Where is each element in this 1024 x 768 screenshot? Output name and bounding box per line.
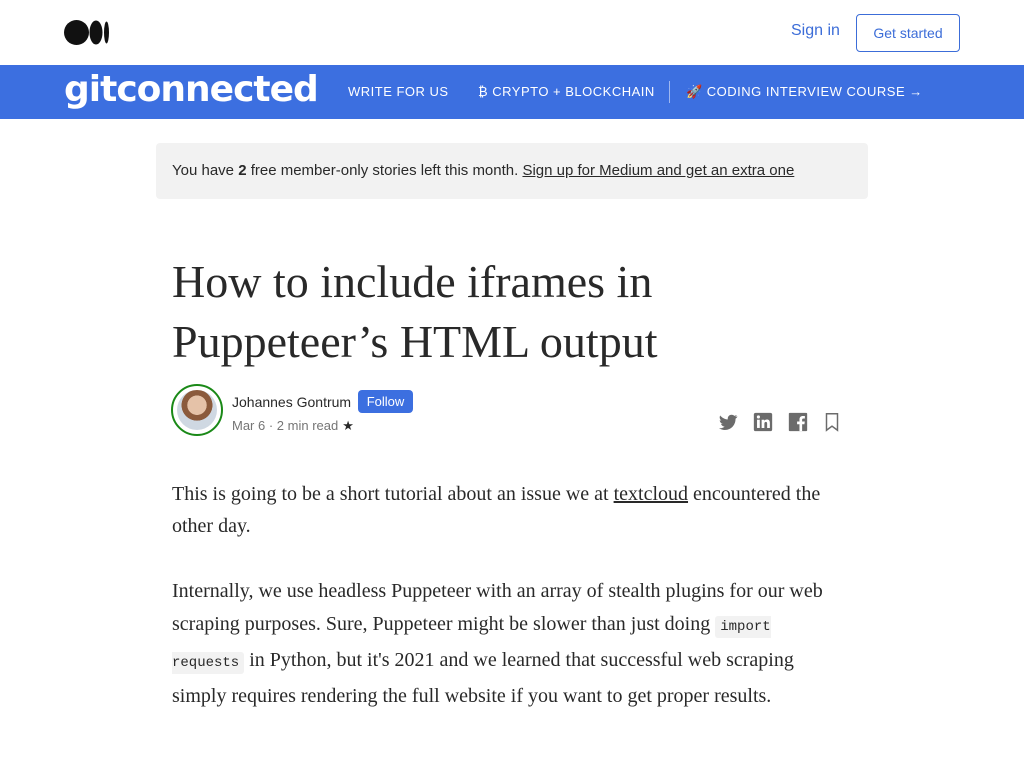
publication-nav: gitconnected WRITE FOR US ₿ CRYPTO + BLO… xyxy=(0,65,1024,119)
p2-text-after: in Python, but it's 2021 and we learned … xyxy=(172,649,794,707)
nav-crypto-blockchain[interactable]: ₿ CRYPTO + BLOCKCHAIN xyxy=(478,84,655,99)
follow-button[interactable]: Follow xyxy=(358,390,413,413)
stories-left-count: 2 xyxy=(238,162,247,179)
member-only-star-icon: ★ xyxy=(342,418,354,433)
bookmark-icon[interactable] xyxy=(821,411,843,433)
banner-middle: free member-only stories left this month… xyxy=(246,162,523,179)
meta-separator: · xyxy=(265,418,277,433)
paragraph-2: Internally, we use headless Puppeteer wi… xyxy=(172,575,832,713)
publish-date: Mar 6 xyxy=(232,418,266,433)
member-stories-banner: You have 2 free member-only stories left… xyxy=(156,143,868,199)
banner-text: You have 2 free member-only stories left… xyxy=(172,162,794,179)
nav-divider xyxy=(669,81,670,103)
read-time: 2 min read xyxy=(276,418,339,433)
sign-in-link[interactable]: Sign in xyxy=(791,22,840,40)
top-bar: Sign in Get started xyxy=(0,0,1024,65)
textcloud-link[interactable]: textcloud xyxy=(614,483,688,505)
get-started-button[interactable]: Get started xyxy=(856,14,960,52)
p1-text-before: This is going to be a short tutorial abo… xyxy=(172,483,614,505)
author-avatar[interactable] xyxy=(171,384,223,436)
nav-coding-interview-course[interactable]: 🚀 CODING INTERVIEW COURSE → xyxy=(686,84,923,100)
avatar-image xyxy=(177,390,217,430)
nav-write-for-us[interactable]: WRITE FOR US xyxy=(348,84,449,99)
linkedin-icon[interactable] xyxy=(752,411,774,433)
author-name[interactable]: Johannes Gontrum xyxy=(232,394,351,410)
article-title: How to include iframes in Puppeteer’s HT… xyxy=(172,256,658,367)
medium-logo-icon[interactable] xyxy=(64,20,110,45)
publication-logo[interactable]: gitconnected xyxy=(64,70,319,110)
article-meta: Mar 6 · 2 min read ★ xyxy=(232,418,354,434)
twitter-icon[interactable] xyxy=(717,411,739,433)
paragraph-1: This is going to be a short tutorial abo… xyxy=(172,478,832,542)
banner-prefix: You have xyxy=(172,162,239,179)
facebook-icon[interactable] xyxy=(787,411,809,433)
sign-up-link[interactable]: Sign up for Medium and get an extra one xyxy=(522,162,794,179)
